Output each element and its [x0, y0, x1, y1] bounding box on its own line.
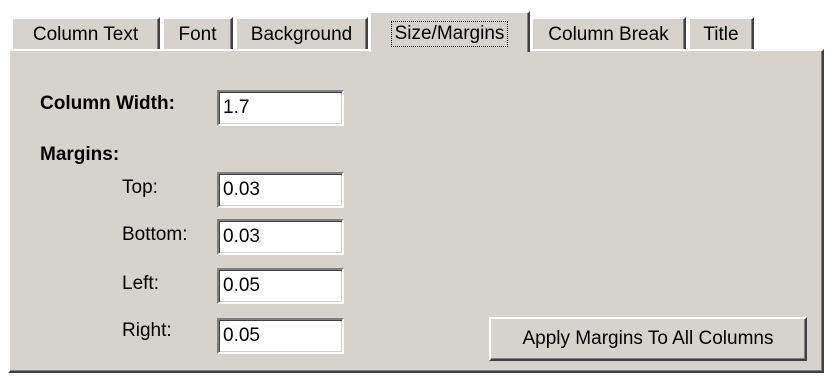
right-margin-input[interactable] [217, 318, 344, 354]
tab-font-label: Font [178, 23, 217, 45]
tab-background-label: Background [250, 23, 353, 45]
bottom-margin-input[interactable] [217, 219, 344, 255]
tab-size-margins[interactable]: Size/Margins [369, 11, 530, 52]
column-width-label: Column Width: [40, 93, 175, 114]
left-margin-input[interactable] [217, 268, 344, 304]
bottom-margin-label: Bottom: [122, 224, 188, 245]
tab-background[interactable]: Background [235, 17, 368, 50]
right-margin-label: Right: [122, 320, 172, 341]
tab-column-text[interactable]: Column Text [11, 17, 160, 50]
tab-title-label: Title [703, 23, 739, 45]
top-margin-label: Top: [122, 177, 158, 198]
tab-column-break[interactable]: Column Break [531, 17, 686, 50]
tab-size-margins-label: Size/Margins [390, 20, 509, 47]
tab-title[interactable]: Title [688, 17, 754, 50]
tab-column-text-label: Column Text [32, 23, 139, 45]
tab-font[interactable]: Font [162, 17, 233, 50]
tab-column-break-label: Column Break [548, 23, 669, 45]
left-margin-label: Left: [122, 273, 159, 294]
apply-margins-to-all-columns-button[interactable]: Apply Margins To All Columns [489, 317, 807, 361]
margins-label: Margins: [40, 144, 120, 165]
apply-margins-button-label: Apply Margins To All Columns [522, 328, 774, 349]
column-width-input[interactable] [217, 90, 344, 126]
top-margin-input[interactable] [217, 172, 344, 208]
size-margins-panel: Column Width: Margins: Top: Bottom: Left… [8, 49, 824, 373]
